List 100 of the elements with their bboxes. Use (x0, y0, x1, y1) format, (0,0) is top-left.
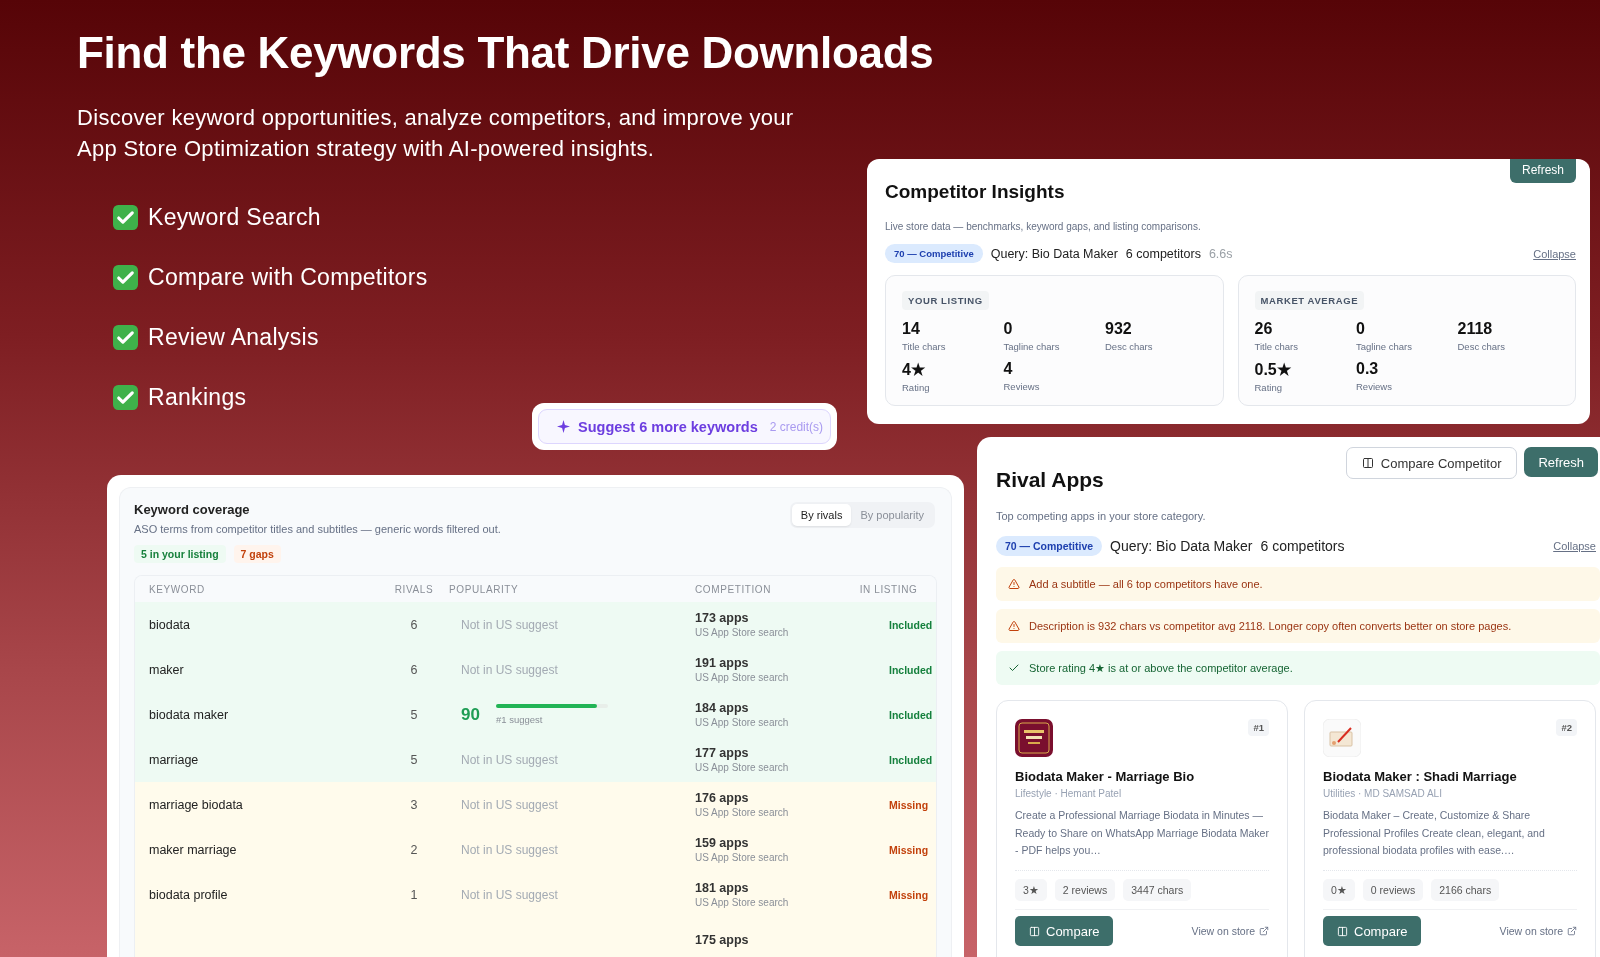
column-header: POPULARITY (449, 583, 520, 595)
card-title: Competitor Insights (885, 181, 1066, 203)
keyword-cell-text: biodata profile (149, 887, 229, 902)
gaps-count: 7 gaps (233, 545, 281, 563)
app-description: Biodata Maker – Create, Customize & Share Professional Profiles Create clean, elegant, and professional biodata profiles with ease.… (1323, 808, 1546, 858)
duration-text: 6.6s (1208, 246, 1233, 261)
stat-value: 14 (902, 320, 921, 338)
popularity-text: Not in US suggest (460, 662, 559, 677)
score-badge: 70 — Competitive (996, 536, 1103, 556)
feature-text: Rankings (148, 384, 247, 411)
rivals-cell-text: 5 (409, 707, 419, 722)
stat-label: Title chars (902, 341, 947, 352)
feature-text: Review Analysis (148, 324, 319, 351)
hero-subtitle: Discover keyword opportunities, analyze competitors, and improve your App Store Optimization strategy with AI-powered insights. (77, 104, 795, 163)
stat-value: 932 (1105, 320, 1133, 338)
competition-value: 177 apps (695, 746, 750, 760)
listing-status: Included (888, 663, 933, 676)
popularity-note: #1 suggest (495, 714, 544, 725)
sort-option[interactable]: By popularity (851, 504, 933, 526)
sort-option[interactable]: By rivals (791, 504, 852, 526)
popularity-text: Not in US suggest (460, 887, 559, 902)
competition-note: US App Store search (695, 627, 790, 638)
stat-chip: 3447 chars (1123, 879, 1192, 901)
competition-value: 184 apps (695, 701, 750, 715)
app-meta: Lifestyle · Hemant Patel (1015, 788, 1123, 799)
stat-value: 0.5★ (1254, 360, 1292, 379)
refresh-button[interactable]: Refresh (1509, 159, 1576, 183)
stat-chip: 2166 chars (1431, 879, 1500, 901)
column-header: IN LISTING (858, 583, 919, 595)
popularity-text: Not in US suggest (460, 842, 559, 857)
keyword-cell-text: biodata (149, 617, 191, 632)
compare-button[interactable]: Compare (1015, 916, 1114, 946)
column-header: COMPETITION (695, 583, 773, 595)
competition-note: US App Store search (695, 672, 790, 683)
stat-label: Reviews (1003, 381, 1041, 392)
app-meta: Utilities · MD SAMSAD ALI (1323, 788, 1443, 799)
competition-value: 173 apps (695, 611, 750, 625)
listing-status: Included (888, 753, 933, 766)
column-header: KEYWORD (149, 583, 206, 595)
rank-badge: #2 (1556, 719, 1577, 736)
column-header: RIVALS (393, 583, 435, 595)
stat-chip: 3★ (1015, 879, 1047, 901)
suggest-button[interactable]: Suggest 6 more keywords 2 credit(s) (538, 409, 831, 444)
rivals-cell-text: 6 (409, 662, 419, 677)
alert-text: Description is 932 chars vs competitor avg 2118. Longer copy often converts better on store pages. (1029, 620, 1512, 632)
competition-value: 176 apps (695, 791, 750, 805)
panel-label: MARKET AVERAGE (1254, 291, 1365, 310)
compare-competitor-button[interactable]: Compare Competitor (1345, 447, 1518, 479)
card-description: Top competing apps in your store category. (996, 510, 1207, 522)
refresh-button[interactable]: Refresh (1524, 447, 1598, 477)
feature-text: Keyword Search (148, 204, 321, 231)
card-title: Rival Apps (996, 468, 1105, 492)
listing-status: Missing (888, 888, 929, 901)
stat-label: Desc chars (1457, 341, 1506, 352)
popularity-text: Not in US suggest (460, 617, 559, 632)
rivals-cell-text: 6 (409, 617, 419, 632)
compare-button[interactable]: Compare (1323, 916, 1422, 946)
stat-label: Tagline chars (1003, 341, 1061, 352)
competition-note: US App Store search (695, 897, 790, 908)
competition-note: US App Store search (695, 807, 790, 818)
competition-note: US App Store search (695, 852, 790, 863)
store-link[interactable]: View on store (1499, 925, 1577, 937)
stat-label: Title chars (1254, 341, 1299, 352)
keyword-cell-text: maker marriage (149, 842, 238, 857)
coverage-description: ASO terms from competitor titles and subtitles — generic words filtered out. (134, 523, 501, 535)
competition-note: US App Store search (695, 762, 790, 773)
popularity-score: 90 (461, 704, 480, 725)
competition-value: 159 apps (695, 836, 750, 850)
keyword-cell-text: marriage biodata (149, 797, 244, 812)
popularity-text: Not in US suggest (460, 752, 559, 767)
card-description: Live store data — benchmarks, keyword gaps, and listing comparisons. (885, 221, 1202, 232)
panel-label: YOUR LISTING (902, 291, 989, 310)
stat-value: 0 (1356, 320, 1366, 338)
keyword-cell-text: maker (149, 662, 185, 677)
included-count: 5 in your listing (134, 545, 226, 563)
collapse-link[interactable]: Collapse (1553, 540, 1596, 552)
rivals-cell-text: 3 (409, 797, 419, 812)
rank-badge: #1 (1248, 719, 1269, 736)
competitor-count: 6 competitors (1125, 246, 1201, 261)
query-text: Query: Bio Data Maker (1110, 538, 1253, 554)
competition-note: US App Store search (695, 717, 790, 728)
stat-label: Rating (902, 382, 931, 393)
score-badge: 70 — Competitive (885, 244, 983, 263)
collapse-link[interactable]: Collapse (1533, 247, 1576, 260)
stat-label: Tagline chars (1356, 341, 1413, 352)
stat-chip: 0 reviews (1362, 879, 1424, 901)
keyword-cell-text: biodata maker (149, 707, 230, 722)
rivals-cell-text: 1 (409, 887, 419, 902)
store-link[interactable]: View on store (1191, 925, 1269, 937)
listing-status: Missing (888, 843, 929, 856)
popularity-text: Not in US suggest (460, 797, 559, 812)
keyword-cell-text: marriage (149, 752, 200, 767)
feature-text: Compare with Competitors (148, 264, 428, 291)
stat-value: 4★ (902, 360, 926, 379)
rivals-cell-text: 2 (409, 842, 419, 857)
stat-value: 0 (1003, 320, 1014, 338)
listing-status: Missing (888, 798, 929, 811)
competition-value: 181 apps (695, 881, 750, 895)
stat-label: Desc chars (1105, 341, 1154, 352)
listing-status: Included (888, 708, 933, 721)
